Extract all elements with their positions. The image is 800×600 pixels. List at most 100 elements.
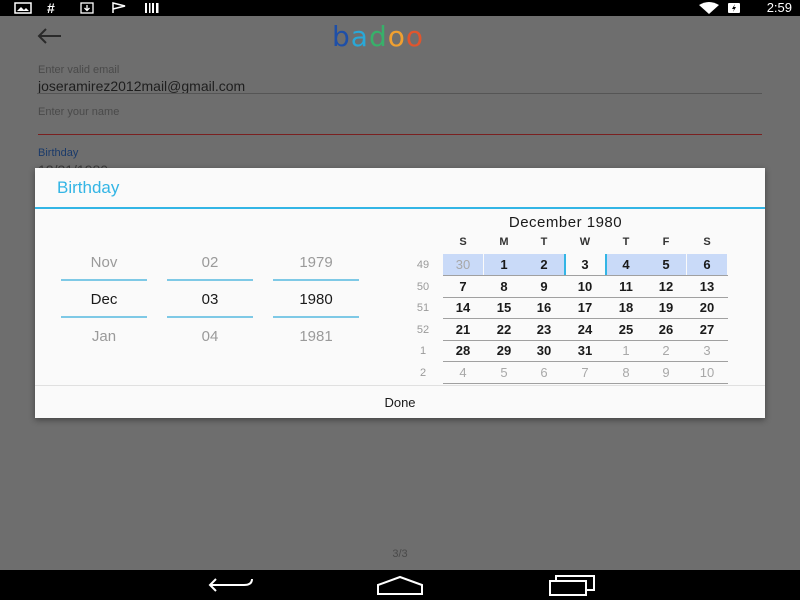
calendar-day[interactable]: 1 bbox=[484, 254, 524, 276]
week-divider bbox=[443, 383, 728, 384]
spinner-next-month[interactable]: Jan bbox=[61, 318, 147, 355]
spinner-prev-month[interactable]: Nov bbox=[61, 244, 147, 281]
spinner-divider bbox=[61, 316, 147, 318]
selected-week-marker bbox=[605, 254, 607, 276]
hash-icon: # bbox=[47, 0, 55, 16]
badoo-logo: badoo bbox=[332, 20, 424, 54]
recents-icon[interactable] bbox=[542, 573, 602, 597]
calendar-day[interactable]: 20 bbox=[687, 297, 727, 319]
spinner-prev-day[interactable]: 02 bbox=[167, 244, 253, 281]
calendar-day[interactable]: 5 bbox=[646, 254, 686, 276]
day-spinner[interactable]: 02 03 04 bbox=[167, 244, 253, 355]
selected-week-marker bbox=[564, 254, 566, 276]
calendar-month-title: December 1980 bbox=[508, 214, 623, 231]
calendar-day[interactable]: 31 bbox=[565, 340, 605, 362]
calendar-day[interactable]: 16 bbox=[524, 297, 564, 319]
email-field[interactable]: joseramirez2012mail@gmail.com bbox=[38, 78, 245, 94]
status-bar: # 2:59 bbox=[0, 0, 800, 16]
battery-charging-icon bbox=[728, 3, 740, 13]
calendar-day[interactable]: 3 bbox=[687, 340, 727, 362]
calendar-week-row: 49 30 1 2 3 4 5 6 bbox=[403, 254, 728, 276]
calendar-day[interactable]: 13 bbox=[687, 276, 727, 298]
home-icon[interactable] bbox=[370, 573, 430, 597]
calendar-day[interactable]: 15 bbox=[484, 297, 524, 319]
calendar-day[interactable]: 7 bbox=[565, 362, 605, 384]
calendar-day[interactable]: 29 bbox=[484, 340, 524, 362]
logo-letter: o bbox=[387, 20, 406, 53]
calendar-day[interactable]: 2 bbox=[524, 254, 564, 276]
calendar-day[interactable]: 1 bbox=[606, 340, 646, 362]
calendar-day[interactable]: 17 bbox=[565, 297, 605, 319]
logo-letter: o bbox=[405, 20, 425, 53]
calendar-day[interactable]: 30 bbox=[524, 340, 564, 362]
calendar-day[interactable]: 12 bbox=[646, 276, 686, 298]
birthday-label: Birthday bbox=[38, 147, 79, 159]
navigation-bar bbox=[0, 570, 800, 600]
calendar-day[interactable]: 11 bbox=[606, 276, 646, 298]
week-number: 49 bbox=[416, 259, 430, 271]
email-underline bbox=[38, 93, 762, 94]
calendar-day[interactable]: 9 bbox=[524, 276, 564, 298]
calendar-week-row: 51 14 15 16 17 18 19 20 bbox=[403, 297, 728, 319]
done-button[interactable]: Done bbox=[35, 386, 765, 419]
calendar-day[interactable]: 10 bbox=[687, 362, 727, 384]
calendar-day[interactable]: 4 bbox=[443, 362, 483, 384]
spinner-divider bbox=[167, 279, 253, 281]
weekday-label: T bbox=[540, 236, 548, 248]
calendar-day[interactable]: 10 bbox=[565, 276, 605, 298]
spinner-prev-year[interactable]: 1979 bbox=[273, 244, 359, 281]
gallery-icon bbox=[14, 2, 32, 14]
name-label: Enter your name bbox=[38, 106, 120, 118]
month-spinner[interactable]: Nov Dec Jan bbox=[61, 244, 147, 355]
wifi-icon bbox=[699, 2, 719, 14]
calendar-day[interactable]: 21 bbox=[443, 319, 483, 341]
calendar-day[interactable]: 9 bbox=[646, 362, 686, 384]
calendar-day[interactable]: 30 bbox=[443, 254, 483, 276]
calendar-day[interactable]: 19 bbox=[646, 297, 686, 319]
calendar-day[interactable]: 18 bbox=[606, 297, 646, 319]
week-number: 50 bbox=[416, 281, 430, 293]
spinner-selected-year[interactable]: 1980 bbox=[273, 281, 359, 318]
calendar-week-row: 1 28 29 30 31 1 2 3 bbox=[403, 340, 728, 362]
back-arrow-icon[interactable] bbox=[34, 24, 64, 48]
weekday-label: T bbox=[622, 236, 630, 248]
calendar-day[interactable]: 6 bbox=[687, 254, 727, 276]
calendar-day[interactable]: 5 bbox=[484, 362, 524, 384]
status-clock: 2:59 bbox=[766, 0, 792, 15]
spinner-next-day[interactable]: 04 bbox=[167, 318, 253, 355]
calendar-week-row: 52 21 22 23 24 25 26 27 bbox=[403, 319, 728, 341]
dialog-footer: Done bbox=[35, 385, 765, 418]
page-counter: 3/3 bbox=[392, 548, 408, 560]
calendar-day[interactable]: 14 bbox=[443, 297, 483, 319]
spinner-selected-month[interactable]: Dec bbox=[61, 281, 147, 318]
calendar-week-row: 50 7 8 9 10 11 12 13 bbox=[403, 276, 728, 298]
year-spinner[interactable]: 1979 1980 1981 bbox=[273, 244, 359, 355]
logo-letter: d bbox=[368, 20, 388, 53]
weekday-label: S bbox=[703, 236, 711, 248]
weekday-label: F bbox=[662, 236, 670, 248]
email-label: Enter valid email bbox=[38, 64, 120, 76]
calendar-day[interactable]: 8 bbox=[484, 276, 524, 298]
calendar-day[interactable]: 2 bbox=[646, 340, 686, 362]
calendar-day[interactable]: 6 bbox=[524, 362, 564, 384]
calendar-selected-day[interactable]: 3 bbox=[565, 254, 605, 276]
calendar-day[interactable]: 24 bbox=[565, 319, 605, 341]
back-icon[interactable] bbox=[200, 573, 260, 597]
calendar-day[interactable]: 23 bbox=[524, 319, 564, 341]
name-underline[interactable] bbox=[38, 134, 762, 135]
calendar-day[interactable]: 27 bbox=[687, 319, 727, 341]
dialog-title: Birthday bbox=[57, 178, 120, 197]
calendar-day[interactable]: 22 bbox=[484, 319, 524, 341]
spinner-next-year[interactable]: 1981 bbox=[273, 318, 359, 355]
calendar-day[interactable]: 25 bbox=[606, 319, 646, 341]
logo-letter: a bbox=[350, 20, 369, 53]
calendar-day[interactable]: 7 bbox=[443, 276, 483, 298]
spinner-selected-day[interactable]: 03 bbox=[167, 281, 253, 318]
spinner-divider bbox=[167, 316, 253, 318]
weekday-label: M bbox=[499, 236, 509, 248]
spinner-divider bbox=[273, 316, 359, 318]
calendar-day[interactable]: 4 bbox=[606, 254, 646, 276]
calendar-day[interactable]: 26 bbox=[646, 319, 686, 341]
calendar-day[interactable]: 28 bbox=[443, 340, 483, 362]
calendar-day[interactable]: 8 bbox=[606, 362, 646, 384]
